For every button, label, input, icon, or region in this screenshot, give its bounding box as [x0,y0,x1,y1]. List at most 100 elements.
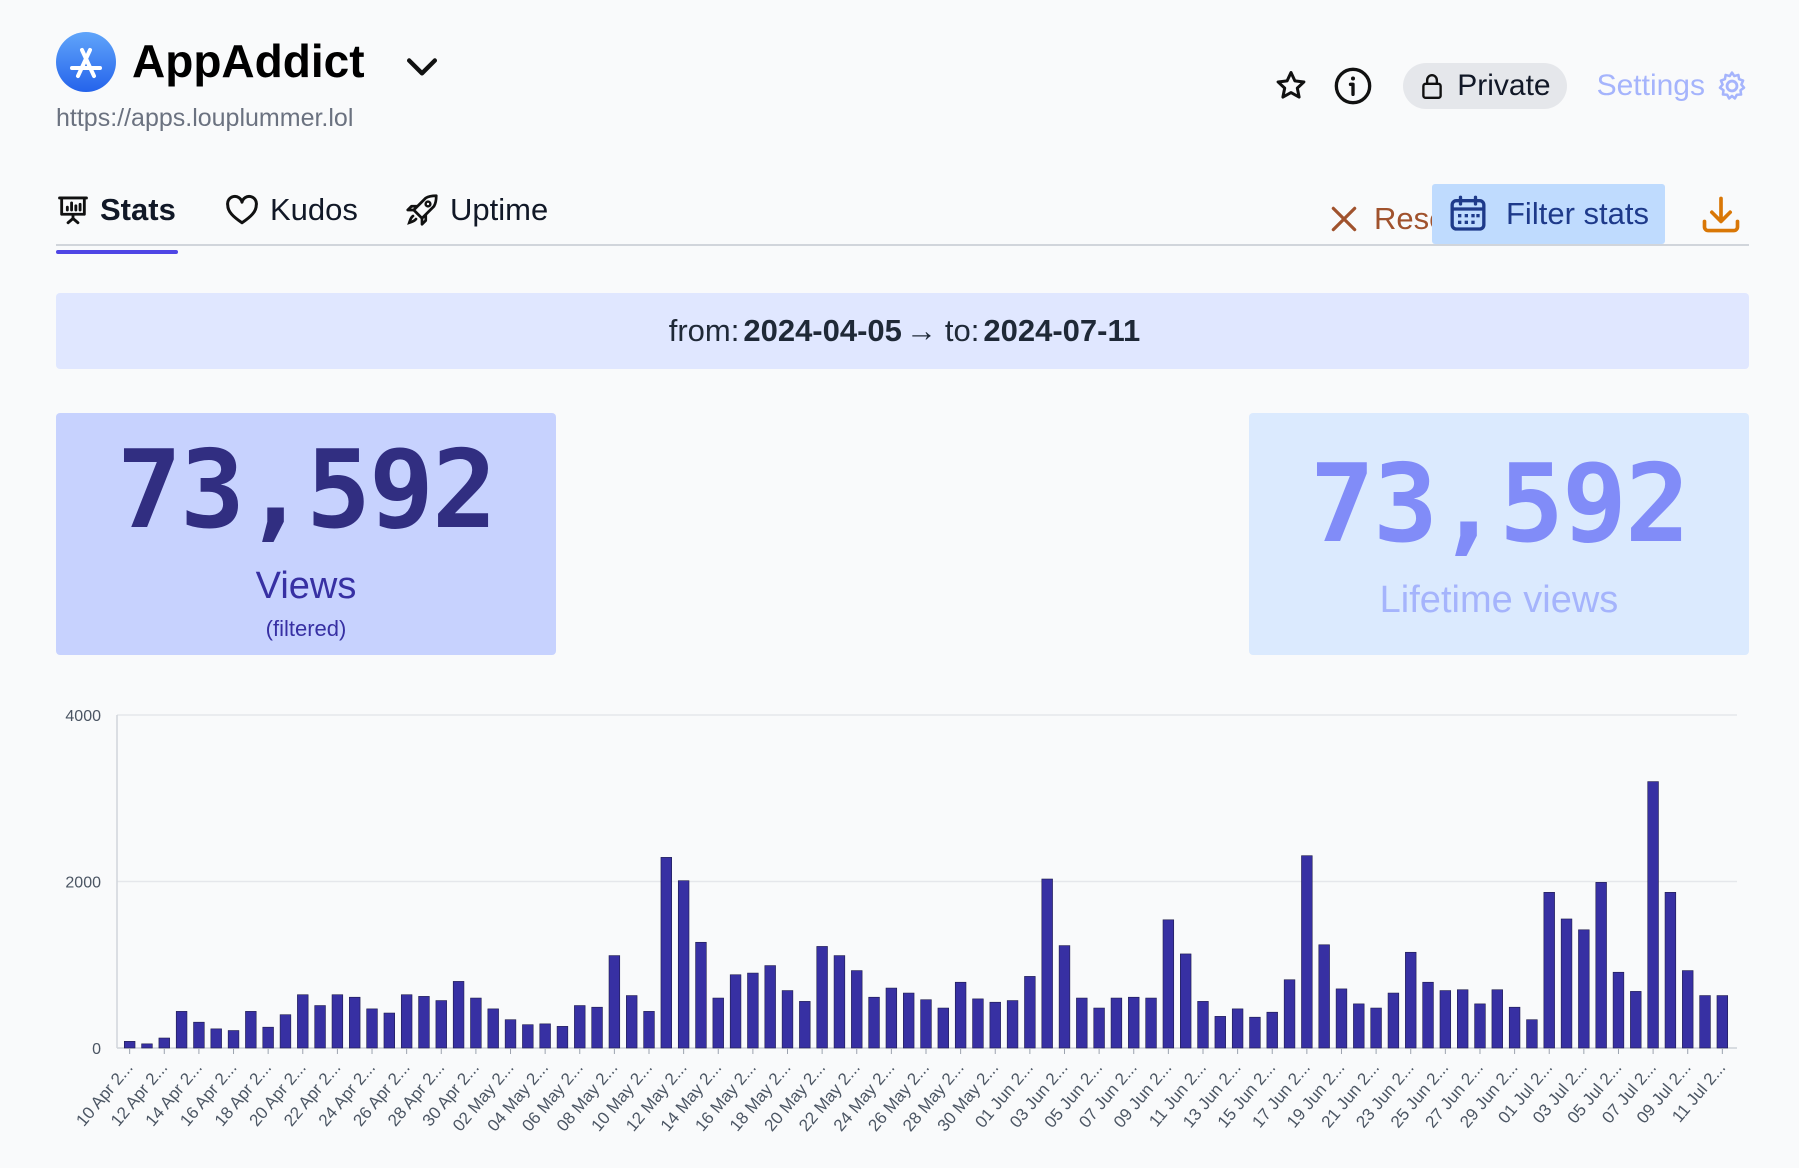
chart-bar [400,994,413,1049]
chart-bar [954,981,967,1049]
chart-bar [747,972,759,1049]
y-tick-label: 4000 [65,708,101,725]
chart-bar [1457,989,1469,1049]
chart-bar [1058,945,1071,1049]
close-icon [1331,206,1357,232]
chart-bar [1076,997,1088,1049]
chart-bar [487,1008,499,1049]
star-icon [1276,71,1306,99]
chart-bar [1526,1019,1538,1049]
filtered-views-label: Views [255,565,357,607]
app-header: AppAddict https://apps.louplummer.lol Pr… [56,30,1749,140]
chart-bar [868,996,880,1049]
chart-bar [1370,1007,1382,1049]
active-tab-indicator [56,250,178,254]
chart-bar [626,995,638,1049]
chart-bar [729,974,742,1049]
chart-bar [972,998,984,1049]
to-date: 2024-07-11 [983,313,1141,348]
chart-bar [331,994,344,1049]
app-url[interactable]: https://apps.louplummer.lol [56,104,353,133]
chart-bar [1353,1003,1365,1049]
tab-label: Kudos [270,192,358,227]
tab-uptime[interactable]: Uptime [404,186,548,234]
lifetime-views-label: Lifetime views [1379,579,1619,621]
chevron-down-icon[interactable] [400,44,444,88]
chart-bar [1162,919,1175,1049]
chart-bar [158,1037,170,1049]
views-chart: 0 2000 4000 10 Apr 2... 12 Apr 2... 14 Apr 2.… [0,690,1799,1168]
settings-label: Settings [1596,69,1705,102]
heart-icon [226,194,258,225]
chart-bar [1093,1007,1105,1049]
gear-icon [1718,71,1746,100]
private-label: Private [1457,69,1551,102]
chart-bar [799,1001,811,1049]
calendar-icon [1450,195,1486,231]
chart-bar [262,1026,274,1049]
chart-bar [227,1030,240,1049]
chart-bar [1180,953,1192,1049]
private-toggle[interactable]: Private [1403,63,1567,109]
filter-stats-button[interactable]: Filter stats [1432,184,1665,244]
download-icon [1702,196,1740,233]
chart-bar [1110,997,1123,1049]
chart-bar [1301,855,1313,1049]
chart-bar [1664,892,1677,1049]
chart-bar [1197,1001,1209,1049]
chart-bar [141,1043,153,1049]
chart-bar [574,1005,586,1049]
chart-bar [314,1005,326,1049]
chart-bar [989,1001,1001,1049]
rocket-icon [406,194,438,226]
y-tick-label: 0 [92,1041,101,1058]
chart-bar [712,997,724,1049]
tab-kudos[interactable]: Kudos [224,186,358,234]
chart-bar [920,999,932,1049]
chart-bar [1024,976,1036,1049]
chart-bar [851,970,863,1049]
settings-button[interactable]: Settings [1597,69,1749,103]
chart-bar [1699,995,1711,1049]
info-icon [1334,67,1372,105]
info-button[interactable] [1333,66,1373,106]
chart-bar [1543,892,1555,1049]
chart-bar [781,990,794,1049]
tab-stats[interactable]: Stats [56,186,178,254]
chart-bar [297,994,309,1049]
download-button[interactable] [1696,190,1746,240]
chart-bar [366,1008,378,1049]
chart-bar [1560,918,1573,1049]
from-label: from: [668,313,740,348]
tab-bar: Stats Kudos Uptime Reset Filter stats [56,176,1749,254]
chart-bar [1128,996,1140,1049]
chart-bar [591,1006,603,1049]
chart-bar [210,1028,222,1049]
chart-bar [903,992,915,1049]
chart-bar [1318,944,1330,1049]
to-label: to: [944,313,980,348]
chart-bar [539,1023,551,1049]
chart-bar [1387,992,1400,1049]
chart-bar [1508,1006,1521,1049]
chart-bar [1335,988,1348,1049]
chart-bar [279,1014,292,1049]
favorite-button[interactable] [1271,66,1311,106]
chart-bar [833,955,846,1049]
chart-bar [695,941,707,1049]
chart-bar [1716,995,1729,1049]
app-name: AppAddict [132,35,365,87]
chart-bar [1422,981,1434,1049]
chart-bar [1595,882,1607,1049]
chart-bar [660,857,672,1049]
chart-bar [1491,989,1503,1049]
filtered-views-sublabel: (filtered) [265,616,347,641]
app-store-icon [56,32,116,92]
chart-bar [677,880,690,1049]
chart-bar [816,946,828,1049]
chart-bar [1231,1008,1244,1049]
presentation-chart-icon [58,196,88,225]
filtered-views-value: 73,592 [116,428,497,553]
date-range-bar: from: 2024-04-05 → to: 2024-07-11 [56,293,1749,369]
chart-bar [764,965,776,1049]
